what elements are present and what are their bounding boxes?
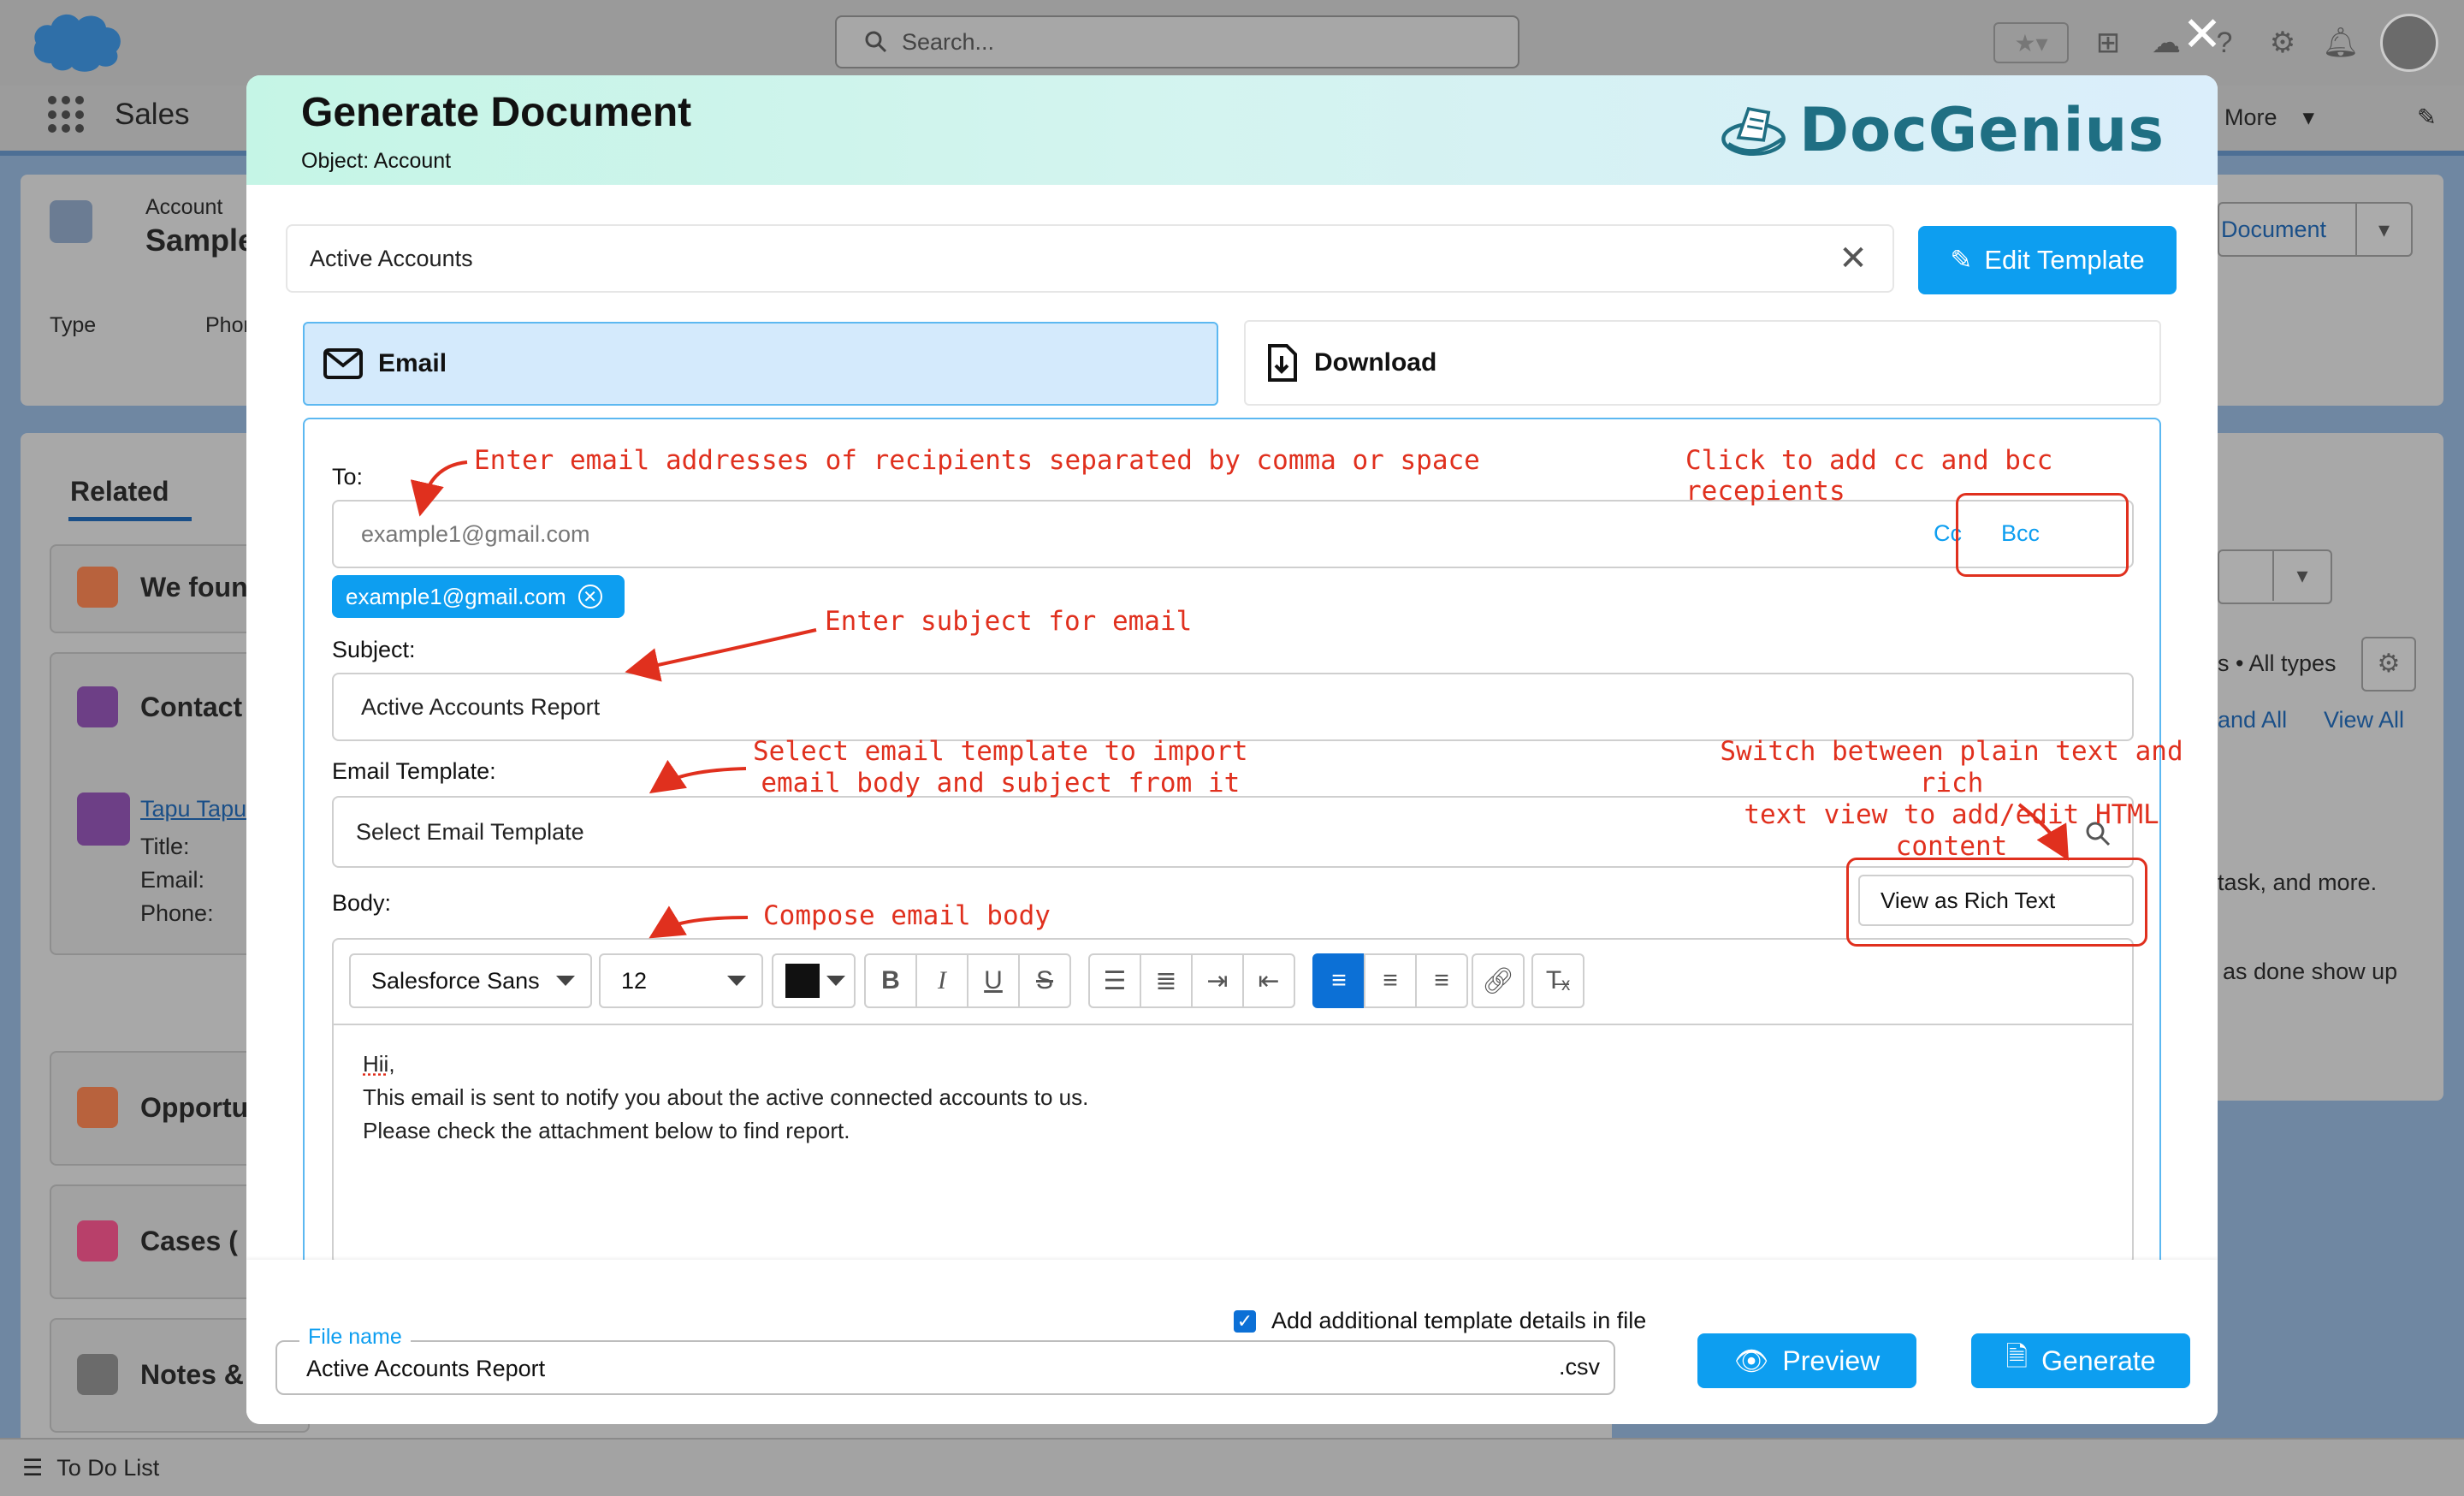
search-icon: [865, 31, 887, 53]
checkbox-checked-icon[interactable]: ✓: [1234, 1309, 1256, 1333]
setup-gear-icon[interactable]: ⚙: [2264, 24, 2301, 62]
todo-list-icon: ☰: [22, 1454, 44, 1481]
generate-label: Generate: [2041, 1345, 2156, 1376]
utility-bar: ☰ To Do List: [0, 1438, 2464, 1496]
file-name-label: File name: [299, 1325, 411, 1350]
modal-close-icon[interactable]: ✕: [2177, 9, 2228, 60]
file-extension: .csv: [1558, 1354, 1600, 1380]
related-tab-underline: [68, 517, 192, 521]
doc-button-label: Document: [2221, 216, 2327, 242]
additional-details-checkbox[interactable]: ✓ Add additional template details in fil…: [1234, 1308, 1646, 1334]
view-all-link[interactable]: View All: [2324, 707, 2404, 733]
generate-button[interactable]: 🗎︎ Generate: [1971, 1333, 2190, 1388]
modal-footer: ✓ Add additional template details in fil…: [246, 1260, 2218, 1424]
account-icon: [50, 200, 92, 243]
chevron-down-icon[interactable]: ▾: [2272, 549, 2331, 601]
activity-hint-1: task, and more.: [2218, 870, 2378, 895]
notes-card-title[interactable]: Notes &: [140, 1359, 244, 1391]
expand-all-link[interactable]: and All: [2218, 707, 2287, 733]
generate-doc-icon: 🗎︎: [2005, 1341, 2029, 1372]
todo-list-label[interactable]: To Do List: [56, 1455, 159, 1481]
preview-label: Preview: [1782, 1345, 1881, 1376]
activity-filter-text: s • All types: [2218, 650, 2337, 676]
related-tab[interactable]: Related: [70, 476, 169, 508]
eye-icon: 👁︎: [1733, 1345, 1769, 1376]
salesforce-logo-icon[interactable]: [27, 9, 127, 77]
record-field-type: Type: [50, 313, 97, 337]
nav-more-label: More: [2224, 104, 2277, 130]
opportunity-icon: [77, 1087, 118, 1128]
search-placeholder: Search...: [902, 28, 995, 55]
checkbox-label: Add additional template details in file: [1271, 1308, 1647, 1333]
contact-name-link[interactable]: Tapu Tapu: [140, 796, 246, 822]
contacts-card-title[interactable]: Contact: [140, 692, 242, 723]
chevron-down-icon: ▾: [2302, 104, 2315, 130]
case-icon: [77, 1220, 118, 1262]
record-object-label: Account: [145, 195, 223, 219]
preview-button[interactable]: 👁︎ Preview: [1697, 1333, 1916, 1388]
nav-more-menu[interactable]: More ▾ ✎: [2224, 104, 2437, 131]
activity-settings-gear-icon[interactable]: ⚙: [2361, 637, 2416, 692]
file-name-value: Active Accounts Report: [306, 1356, 546, 1381]
cases-card-title[interactable]: Cases (: [140, 1226, 238, 1257]
file-name-field[interactable]: File name Active Accounts Report .csv: [275, 1325, 1615, 1395]
related-card-title[interactable]: We foun: [140, 572, 248, 603]
global-add-icon[interactable]: ⊞: [2089, 24, 2127, 62]
edit-nav-pencil-icon[interactable]: ✎: [2417, 104, 2437, 131]
favorites-star-icon[interactable]: ★▾: [1993, 22, 2069, 63]
generate-document-modal: Generate Document Object: Account DocGen…: [246, 75, 2218, 1424]
record-name: Sample: [145, 223, 256, 258]
generate-document-button[interactable]: Document ▾: [2218, 202, 2413, 257]
notifications-bell-icon[interactable]: 🔔︎: [2322, 24, 2360, 62]
user-avatar[interactable]: [2380, 14, 2438, 72]
annotation-arrows: [410, 460, 2070, 939]
contact-icon: [77, 686, 118, 727]
app-name: Sales: [115, 98, 190, 131]
note-icon: [77, 1354, 118, 1395]
chevron-down-icon[interactable]: ▾: [2355, 204, 2411, 255]
app-launcher-icon[interactable]: [48, 96, 86, 134]
contact-fields: Title: Email: Phone:: [140, 834, 214, 926]
related-card-icon: [77, 567, 118, 608]
activity-hint-2: as done show up: [2223, 959, 2398, 984]
contact-avatar: [77, 793, 130, 846]
opportunities-card-title[interactable]: Opportu: [140, 1092, 248, 1124]
global-search[interactable]: Search...: [835, 15, 1519, 68]
